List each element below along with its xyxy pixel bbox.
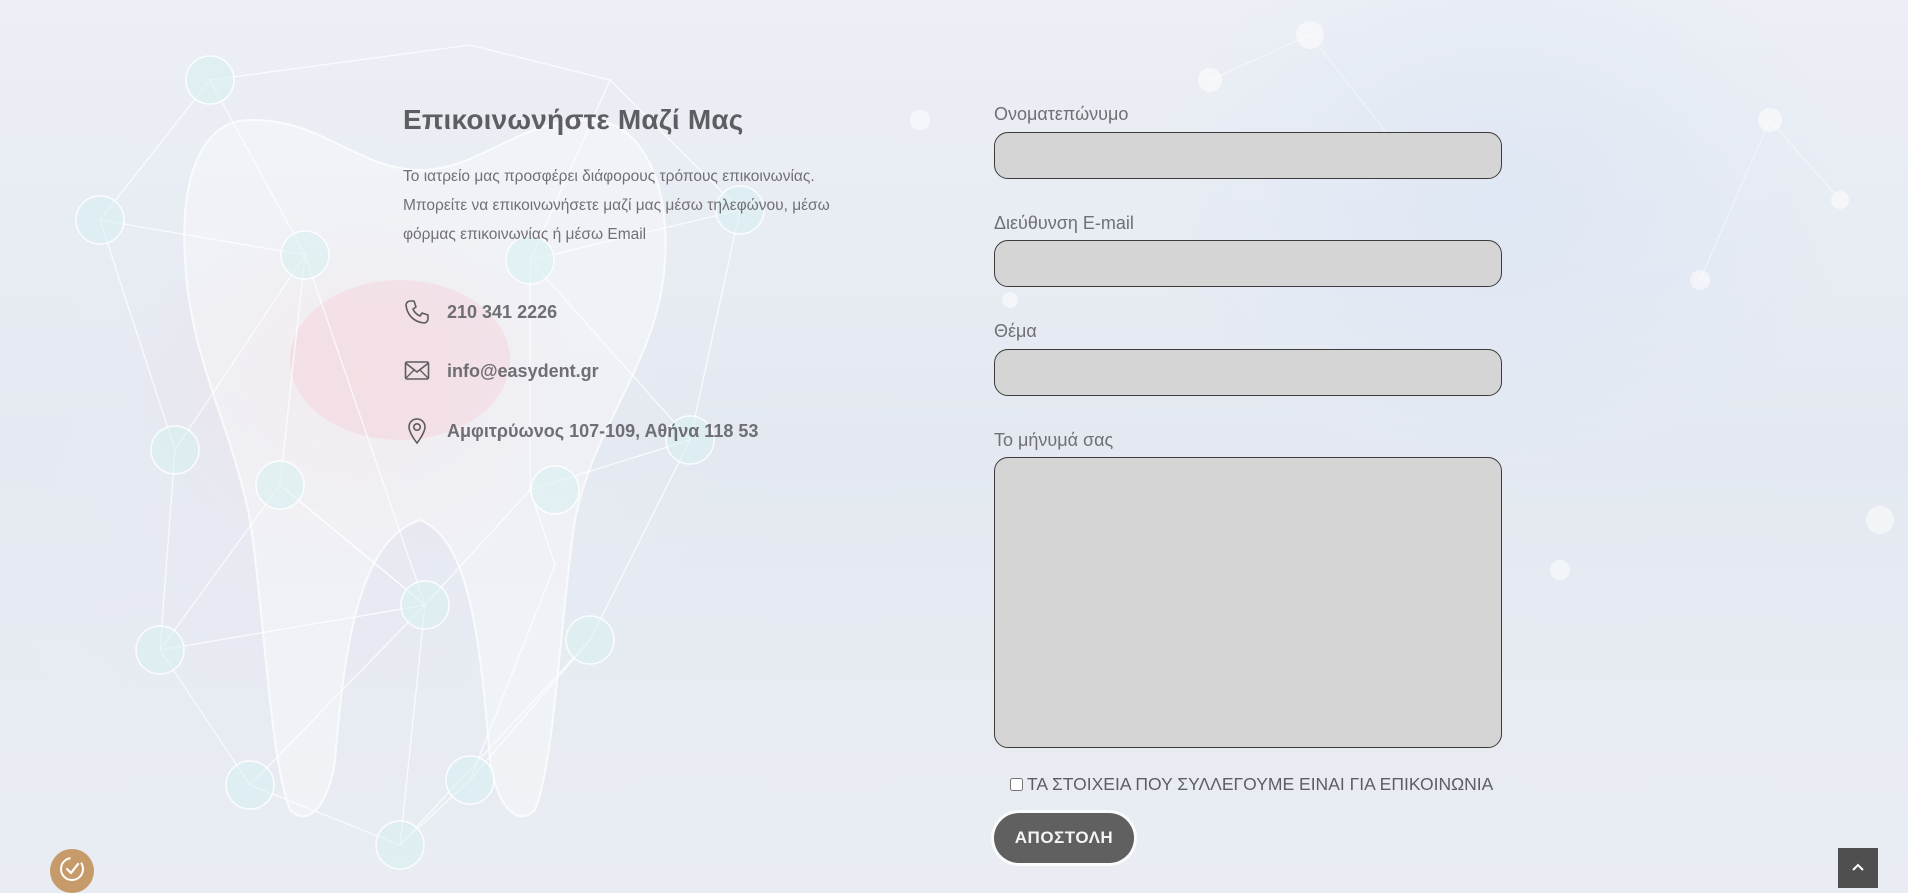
consent-checkbox[interactable]	[1010, 778, 1023, 791]
accessibility-icon	[57, 854, 87, 889]
email-row[interactable]: info@easydent.gr	[403, 357, 599, 385]
scroll-to-top-button[interactable]	[1838, 848, 1878, 888]
message-textarea[interactable]	[994, 457, 1502, 748]
message-label: Το μήνυμά σας	[994, 430, 1114, 450]
contact-info-section: Επικοινωνήστε Μαζί Μας Το ιατρείο μας πρ…	[403, 104, 873, 445]
email-field[interactable]	[994, 240, 1502, 287]
email-address: info@easydent.gr	[447, 360, 599, 381]
contact-intro-text: Το ιατρείο μας προσφέρει διάφορους τρόπο…	[403, 168, 830, 243]
subject-field[interactable]	[994, 349, 1502, 396]
email-label: Διεύθυνση E-mail	[994, 213, 1134, 233]
phone-icon	[403, 298, 431, 326]
subject-label: Θέμα	[994, 321, 1037, 341]
name-label: Ονοματεπώνυμο	[994, 104, 1129, 124]
name-field[interactable]	[994, 132, 1502, 179]
consent-row: ΤΑ ΣΤΟΙΧΕΙΑ ΠΟΥ ΣΥΛΛΕΓΟΥΜΕ ΕΙΝΑΙ ΓΙΑ ΕΠΙ…	[1010, 774, 1493, 795]
chevron-up-icon	[1851, 859, 1865, 877]
map-pin-icon	[403, 417, 431, 445]
phone-number: 210 341 2226	[447, 301, 558, 322]
street-address: Αμφιτρύωνος 107-109, Αθήνα 118 53	[447, 420, 759, 441]
submit-button[interactable]: ΑΠΟΣΤΟΛΗ	[994, 813, 1134, 863]
consent-label[interactable]: ΤΑ ΣΤΟΙΧΕΙΑ ΠΟΥ ΣΥΛΛΕΓΟΥΜΕ ΕΙΝΑΙ ΓΙΑ ΕΠΙ…	[1027, 774, 1493, 795]
address-row[interactable]: Αμφιτρύωνος 107-109, Αθήνα 118 53	[403, 417, 758, 445]
accessibility-button[interactable]	[50, 849, 94, 893]
phone-row[interactable]: 210 341 2226	[403, 298, 557, 326]
background-tooth-illustration	[0, 0, 1908, 888]
contact-title: Επικοινωνήστε Μαζί Μας	[403, 104, 744, 135]
envelope-icon	[403, 357, 431, 385]
